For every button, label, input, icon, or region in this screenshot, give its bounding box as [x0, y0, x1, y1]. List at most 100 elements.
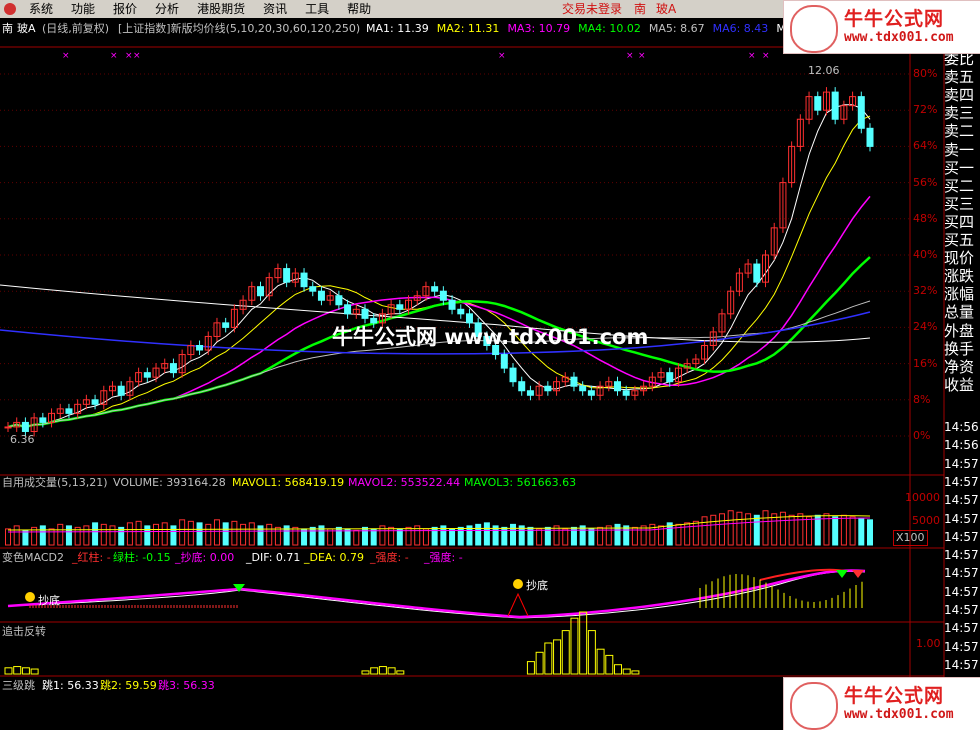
quote-side-label[interactable]: 买三	[944, 195, 980, 213]
watermark-title: 牛牛公式网	[844, 685, 945, 707]
volume-title[interactable]: 自用成交量(5,13,21)	[2, 476, 108, 490]
quote-side-label[interactable]: 现价	[944, 249, 980, 267]
time-label: 14:57	[944, 639, 979, 654]
candle-body	[500, 354, 508, 369]
candle-body	[866, 127, 874, 147]
rev-title[interactable]: 追击反转	[2, 625, 46, 639]
quote-side-label[interactable]: 收益	[944, 376, 980, 394]
reversal-bar	[605, 654, 614, 675]
volume-bar	[388, 526, 395, 546]
buy-arrow-icon	[852, 570, 864, 578]
rev-axis: 1.00	[916, 637, 941, 650]
candle-body	[831, 91, 839, 120]
bottom-title[interactable]: 三级跳	[2, 679, 35, 693]
macd-dif: _DIF: 0.71	[246, 551, 301, 564]
price-axis-label: 32%	[913, 284, 938, 298]
quote-side-label[interactable]: 涨幅	[944, 285, 980, 303]
signal-marker: ×	[133, 51, 141, 61]
quote-side-label[interactable]: 卖三	[944, 104, 980, 122]
quote-side-label[interactable]: 卖五	[944, 68, 980, 86]
signal-marker: ×	[762, 51, 770, 61]
volume-bar	[579, 525, 586, 546]
bottom-t1: 跳1: 56.33	[42, 679, 99, 692]
quote-side-label[interactable]: 买一	[944, 159, 980, 177]
volume-bar	[370, 528, 377, 546]
macd-title[interactable]: 变色MACD2	[2, 551, 64, 565]
quote-side-label[interactable]: 卖二	[944, 122, 980, 140]
candle-body	[4, 426, 12, 429]
quote-side-label[interactable]: 换手	[944, 340, 980, 358]
volume-unit-box[interactable]: X100	[893, 530, 928, 546]
volume-bar	[240, 523, 247, 546]
ma-legend-3: MA3: 10.79	[507, 22, 571, 35]
quote-side-label[interactable]: 涨跌	[944, 267, 980, 285]
volume-bar	[48, 528, 55, 546]
ma-legend-1: MA1: 11.39	[366, 22, 429, 35]
bottom-t3: 跳3: 56.33	[158, 679, 215, 692]
candle-body	[622, 390, 630, 396]
reversal-bar	[535, 651, 544, 675]
volume-bar	[762, 510, 769, 546]
volume-bar	[692, 520, 699, 546]
quote-side-label[interactable]: 净资	[944, 358, 980, 376]
reversal-bar	[631, 670, 640, 675]
candle-body	[257, 286, 265, 297]
candle-body	[370, 317, 378, 324]
signal-marker: ×	[110, 51, 118, 61]
kline-chart[interactable]: × × × × × × × × ×	[0, 0, 980, 730]
quote-side-label[interactable]: 外盘	[944, 322, 980, 340]
quote-side-label[interactable]: 卖一	[944, 141, 980, 159]
price-axis-label: 8%	[913, 392, 931, 406]
quote-side-label[interactable]: 总量	[944, 303, 980, 321]
reversal-bar	[587, 630, 596, 675]
candle-body	[361, 308, 369, 319]
candle-body	[117, 385, 125, 396]
candle-body	[309, 286, 317, 292]
ma-line-5	[7, 104, 871, 428]
volume-bar	[22, 529, 29, 546]
ma-line-20	[7, 195, 871, 428]
volume-bar	[222, 522, 229, 546]
reversal-bar	[378, 666, 387, 675]
volume-bar	[213, 519, 220, 546]
ma-legend-2: MA2: 11.31	[436, 22, 500, 35]
stock-name: 南	[2, 22, 13, 35]
price-axis-label: 80%	[913, 67, 938, 80]
volume-bar	[309, 526, 316, 546]
volume-bar	[701, 516, 708, 546]
reversal-bar	[579, 611, 588, 675]
volume-bar	[562, 528, 569, 546]
volume-bar	[65, 525, 72, 546]
watermark-title: 牛牛公式网	[844, 8, 945, 30]
candle-body	[587, 390, 595, 396]
reversal-bar	[613, 664, 622, 675]
macd-mark-1: 抄底	[38, 594, 60, 607]
volume-bar	[832, 516, 839, 546]
mavol1-value: MAVOL1: 568419.19	[232, 476, 345, 489]
quote-side-label[interactable]: 卖四	[944, 86, 980, 104]
signal-marker: ×	[748, 51, 756, 61]
cow-logo-icon	[790, 5, 838, 53]
quote-side-label[interactable]: 买四	[944, 213, 980, 231]
sell-arrow-icon	[836, 570, 848, 578]
candle-body	[396, 304, 404, 310]
quote-side-label[interactable]: 买二	[944, 177, 980, 195]
volume-bar	[736, 511, 743, 546]
macd-green: 绿柱: -0.15	[113, 551, 171, 564]
signal-marker: ×	[626, 51, 634, 61]
period-label[interactable]: (日线,前复权)	[42, 22, 109, 36]
volume-bar	[814, 514, 821, 546]
volume-bar	[396, 528, 403, 546]
price-axis-label: 72%	[913, 103, 938, 117]
index-ref-label[interactable]: [上证指数]新版均价线(5,10,20,30,60,120,250)	[118, 22, 360, 36]
volume-bar	[57, 523, 64, 546]
volume-bar	[92, 522, 99, 546]
signal-marker: ×	[498, 51, 506, 61]
volume-bar	[170, 525, 177, 546]
volume-bar	[431, 526, 438, 546]
watermark-top: 牛牛公式网 www.tdx001.com	[783, 0, 980, 54]
candle-body	[666, 372, 674, 383]
time-label: 14:57	[944, 548, 979, 563]
app-window: 系统 功能 报价 分析 港股期货 资讯 工具 帮助 交易未登录 南 玻A × × ×…	[0, 0, 980, 730]
quote-side-label[interactable]: 买五	[944, 231, 980, 249]
